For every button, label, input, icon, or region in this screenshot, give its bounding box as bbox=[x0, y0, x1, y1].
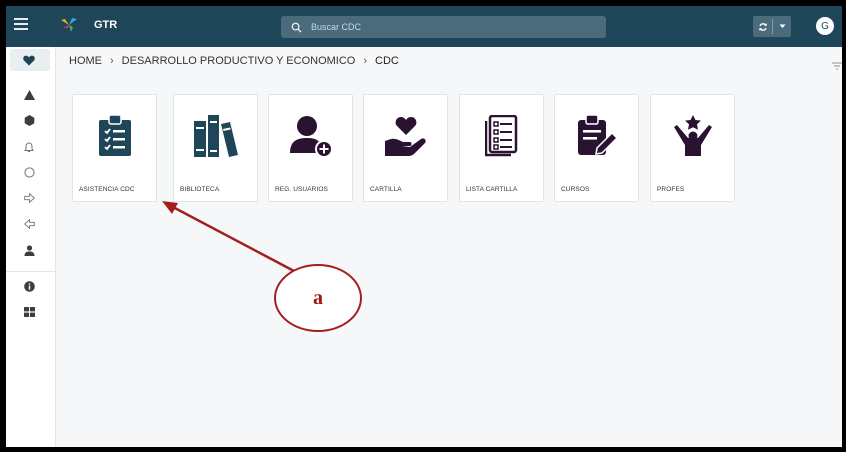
search-box[interactable] bbox=[281, 16, 606, 38]
arrow-left-icon[interactable] bbox=[23, 218, 35, 230]
breadcrumb: HOME › DESARROLLO PRODUCTIVO Y ECONOMICO… bbox=[69, 55, 399, 67]
tile-label: BIBLIOTECA bbox=[180, 186, 220, 193]
circle-icon[interactable] bbox=[23, 166, 35, 178]
arrow-right-icon[interactable] bbox=[23, 192, 35, 204]
breadcrumb-home[interactable]: HOME bbox=[69, 55, 102, 67]
search-icon bbox=[291, 22, 302, 33]
hand-heart-icon bbox=[384, 117, 426, 156]
tile-label: ASISTENCIA CDC bbox=[79, 186, 135, 193]
breadcrumb-current: CDC bbox=[375, 55, 399, 67]
tile-profes[interactable]: PROFES bbox=[650, 94, 735, 202]
chevron-right-icon: › bbox=[110, 55, 114, 67]
chevron-right-icon: › bbox=[363, 55, 368, 67]
filter-icon[interactable] bbox=[832, 62, 842, 70]
annotation-arrow bbox=[162, 201, 295, 273]
sync-control bbox=[753, 16, 791, 37]
checklist-document-icon bbox=[484, 115, 517, 157]
tile-label: LISTA CARTILLA bbox=[466, 186, 518, 193]
avatar[interactable]: G bbox=[816, 17, 834, 35]
sync-button[interactable] bbox=[753, 16, 772, 37]
menu-icon[interactable] bbox=[14, 18, 28, 32]
tile-cartilla[interactable]: CARTILLA bbox=[363, 94, 448, 202]
chevron-down-icon bbox=[779, 24, 785, 28]
hexagon-icon[interactable] bbox=[23, 114, 35, 126]
breadcrumb-desarrollo[interactable]: DESARROLLO PRODUCTIVO Y ECONOMICO bbox=[122, 55, 356, 67]
bell-icon[interactable] bbox=[23, 141, 35, 153]
tile-label: CARTILLA bbox=[370, 186, 402, 193]
clipboard-pen-icon bbox=[577, 115, 618, 155]
top-bar: GTR G bbox=[6, 6, 842, 47]
tile-cursos[interactable]: CURSOS bbox=[554, 94, 639, 202]
annotation-label: a bbox=[313, 286, 323, 309]
books-icon bbox=[193, 115, 238, 157]
sync-icon bbox=[758, 22, 767, 31]
user-add-icon bbox=[289, 116, 333, 157]
clipboard-checklist-icon bbox=[98, 115, 131, 156]
sidebar-divider bbox=[6, 271, 56, 272]
tile-biblioteca[interactable]: BIBLIOTECA bbox=[173, 94, 258, 202]
search-input[interactable] bbox=[311, 22, 571, 32]
user-icon[interactable] bbox=[23, 244, 35, 256]
tile-reg-usuarios[interactable]: REG. USUARIOS bbox=[268, 94, 353, 202]
triangle-icon[interactable] bbox=[23, 89, 35, 101]
screenshot-frame: GTR G bbox=[0, 0, 846, 452]
tile-label: CURSOS bbox=[561, 186, 590, 193]
grid-icon[interactable] bbox=[23, 306, 35, 318]
tile-label: REG. USUARIOS bbox=[275, 186, 328, 193]
tile-asistencia-cdc[interactable]: ASISTENCIA CDC bbox=[72, 94, 157, 202]
person-star-icon bbox=[673, 115, 712, 156]
sidebar bbox=[6, 47, 56, 447]
tile-lista-cartilla[interactable]: LISTA CARTILLA bbox=[459, 94, 544, 202]
annotation-callout: a bbox=[274, 264, 362, 332]
sync-dropdown-button[interactable] bbox=[773, 16, 791, 37]
tile-label: PROFES bbox=[657, 186, 685, 193]
heart-icon[interactable] bbox=[23, 54, 35, 66]
info-icon[interactable] bbox=[23, 280, 35, 292]
app-logo-icon bbox=[61, 18, 77, 32]
app-title: GTR bbox=[94, 19, 118, 31]
